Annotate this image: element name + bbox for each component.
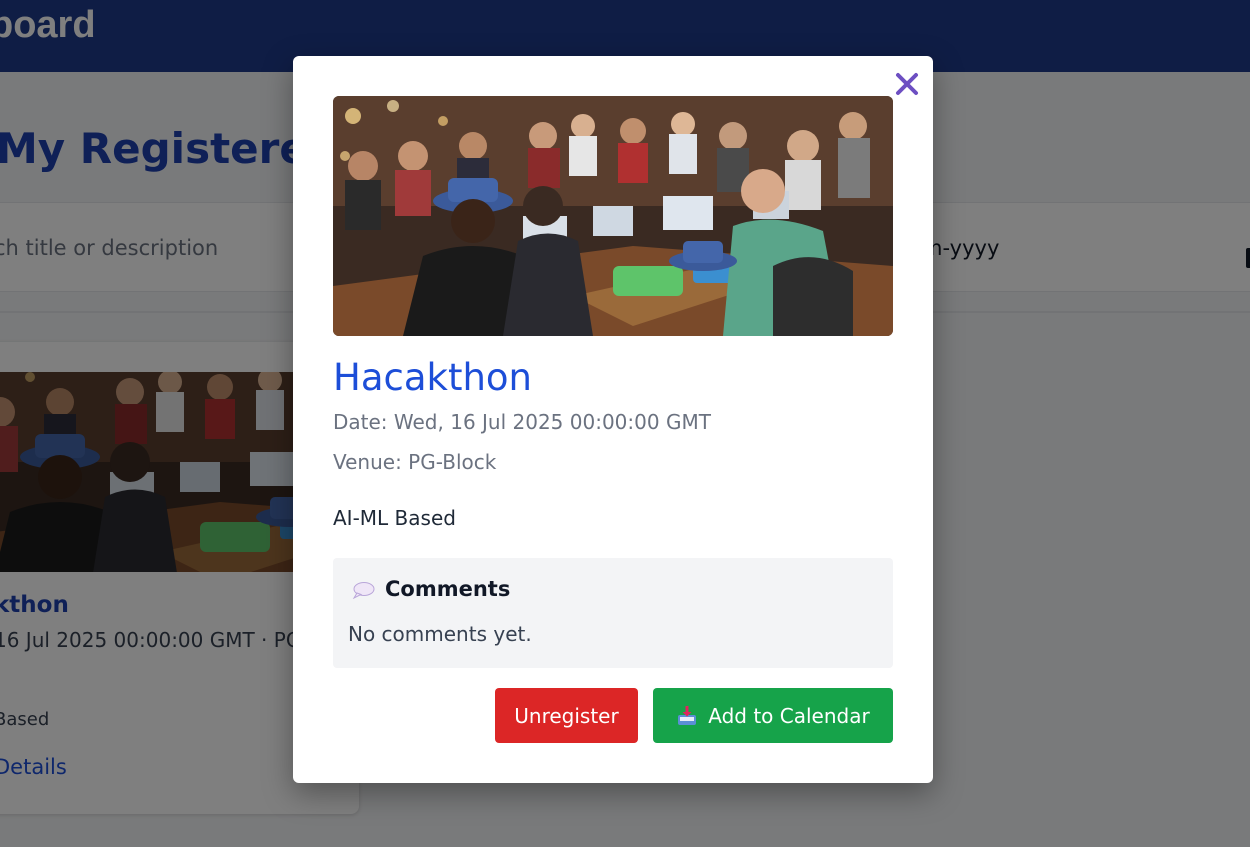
inbox-tray-icon [676,705,698,727]
speech-bubble-icon [351,581,375,600]
event-description: AI-ML Based [333,506,456,530]
comments-section: Comments No comments yet. [333,558,893,668]
event-image [333,96,893,336]
close-icon[interactable] [893,70,921,98]
event-date: Date: Wed, 16 Jul 2025 00:00:00 GMT [333,410,711,434]
unregister-button[interactable]: Unregister [495,688,638,743]
add-to-calendar-button[interactable]: Add to Calendar [653,688,893,743]
event-title: Hacakthon [333,356,532,399]
unregister-label: Unregister [514,703,619,728]
event-venue: Venue: PG-Block [333,450,497,474]
event-details-modal: Hacakthon Date: Wed, 16 Jul 2025 00:00:0… [293,56,933,783]
no-comments-text: No comments yet. [348,622,532,646]
add-to-calendar-label: Add to Calendar [708,703,870,728]
comments-heading: Comments [385,577,511,601]
